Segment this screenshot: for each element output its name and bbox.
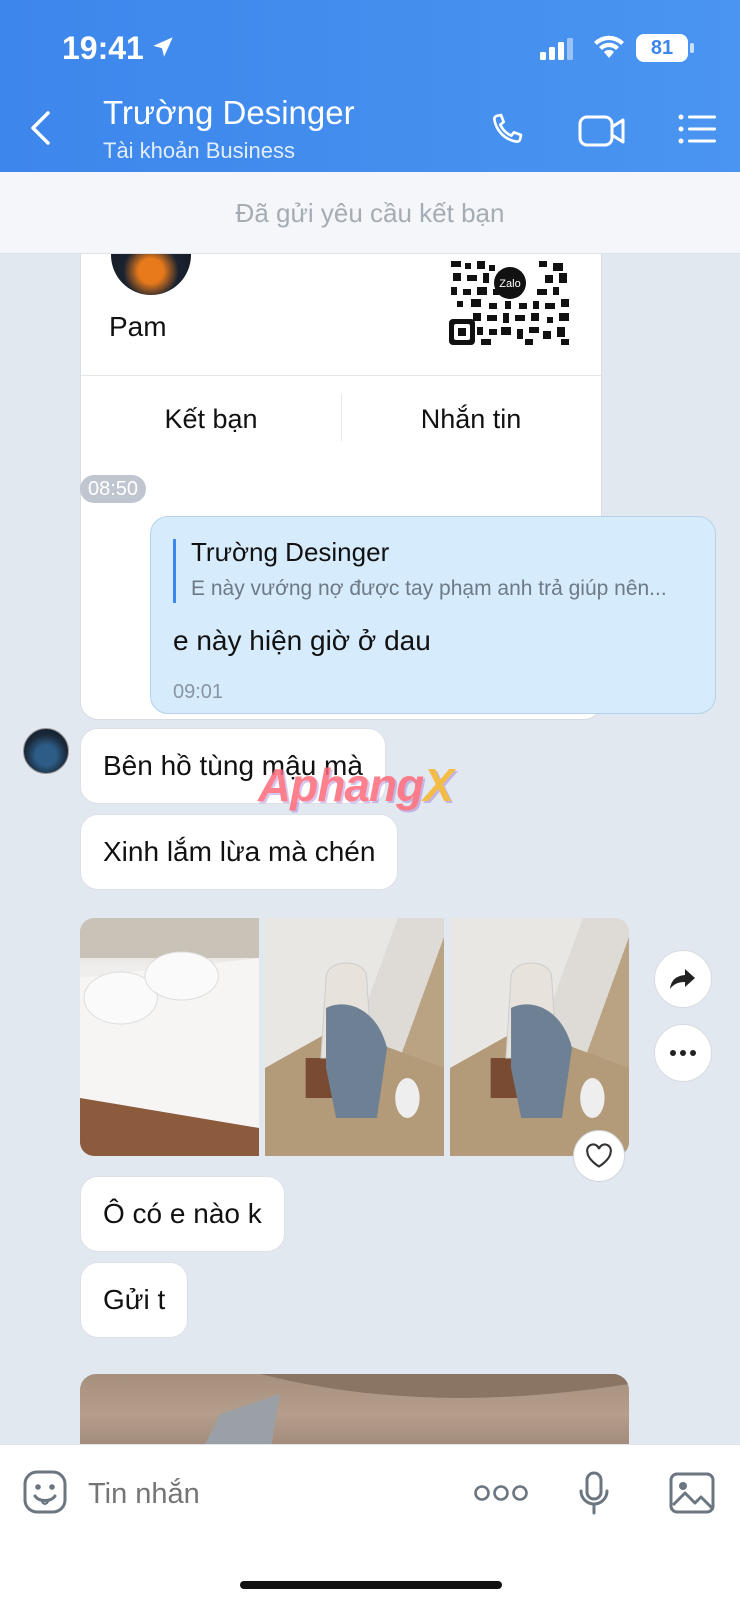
sent-message-text: e này hiện giờ ở dau <box>173 625 431 656</box>
received-message[interactable]: Xinh lắm lừa mà chén <box>80 814 399 890</box>
wifi-icon <box>594 35 624 58</box>
chat-header: 19:41 81 Trường Desinger Tài khoản Busin… <box>0 0 740 172</box>
received-message[interactable]: Ô có e nào k <box>80 1176 285 1252</box>
sent-message-time: 09:01 <box>173 681 224 703</box>
bed-illustration <box>80 918 259 1156</box>
photo-preview <box>205 1374 629 1444</box>
watermark-main: Aphang <box>258 759 424 811</box>
message-time-chip: 08:50 <box>80 475 147 503</box>
qr-code-icon[interactable]: Zalo <box>449 259 571 345</box>
home-indicator <box>240 1581 502 1589</box>
status-time: 19:41 <box>62 30 144 66</box>
heart-icon <box>586 1143 612 1168</box>
send-message-button[interactable]: Nhắn tin <box>341 375 601 463</box>
add-friend-button[interactable]: Kết bạn <box>81 375 341 463</box>
chair-illustration <box>265 962 444 1156</box>
message-input-bar <box>0 1444 740 1600</box>
video-camera-icon[interactable] <box>578 114 626 148</box>
more-dots-icon[interactable] <box>474 1483 528 1503</box>
watermark-accent: X <box>423 759 454 811</box>
chevron-left-icon[interactable] <box>28 110 54 146</box>
qr-badge: Zalo <box>499 278 520 290</box>
quote-author: Trường Desinger <box>191 537 390 567</box>
chair-illustration <box>450 962 629 1156</box>
photo-chair[interactable] <box>265 918 444 1156</box>
share-arrow-icon <box>670 969 695 989</box>
image-icon[interactable] <box>668 1471 716 1515</box>
chat-area[interactable]: Zalo Pam Kết bạn Nhắn tin 08:50 Trường D… <box>0 254 740 1444</box>
cellular-signal-icon <box>540 38 573 60</box>
friend-request-banner: Đã gửi yêu cầu kết bạn <box>0 172 740 254</box>
battery-indicator: 81 <box>636 34 688 62</box>
emoji-icon[interactable] <box>22 1469 68 1515</box>
quote-bar <box>173 539 176 603</box>
contact-subtitle: Tài khoản Business <box>103 138 295 163</box>
message-input[interactable] <box>88 1469 428 1519</box>
photo-bed[interactable] <box>80 918 259 1156</box>
card-name: Pam <box>109 311 167 342</box>
share-button[interactable] <box>654 950 712 1008</box>
react-button[interactable] <box>573 1130 625 1182</box>
watermark-logo: AphangX <box>258 758 454 812</box>
photo-chair[interactable] <box>450 918 629 1156</box>
location-arrow-icon <box>153 37 173 57</box>
list-menu-icon[interactable] <box>678 114 718 144</box>
photo-album[interactable] <box>80 918 629 1156</box>
quote-text: E này vướng nợ được tay phạm anh trả giú… <box>191 577 667 600</box>
phone-icon[interactable] <box>486 110 526 150</box>
card-avatar <box>111 254 191 295</box>
microphone-icon[interactable] <box>578 1471 610 1517</box>
received-message[interactable]: Gửi t <box>80 1262 189 1338</box>
battery-nub <box>690 43 694 53</box>
sent-message-bubble[interactable]: Trường Desinger E này vướng nợ được tay … <box>150 516 716 714</box>
more-dots-icon <box>670 1050 696 1056</box>
contact-name[interactable]: Trường Desinger <box>103 94 355 132</box>
photo-message[interactable] <box>80 1374 629 1444</box>
sender-avatar[interactable] <box>23 728 69 774</box>
more-options-button[interactable] <box>654 1024 712 1082</box>
